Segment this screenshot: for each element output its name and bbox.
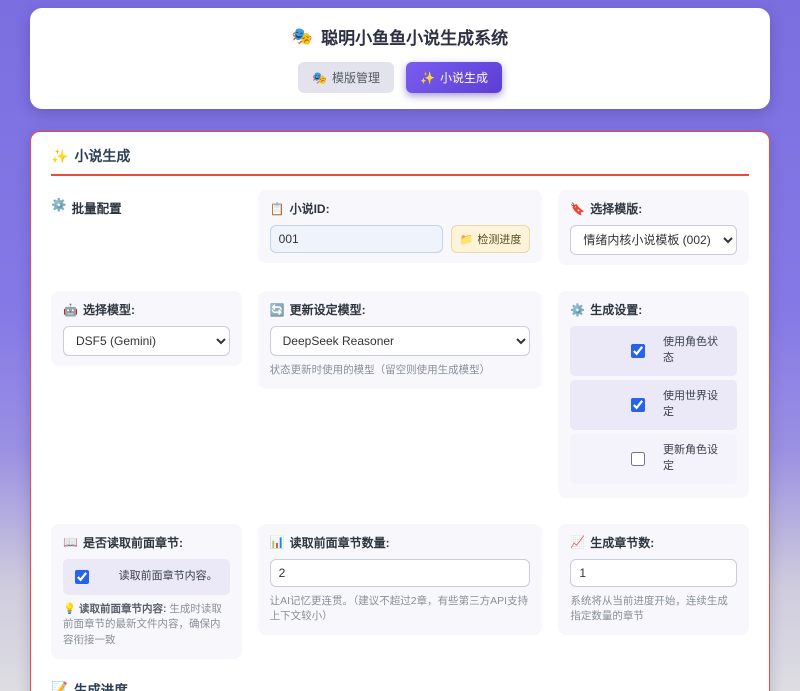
progress-section-title: 📝 生成进度 bbox=[51, 679, 749, 691]
novel-generate-panel: ✨ 小说生成 ⚙️ 批量配置 📋 小说ID: 📁 检测进度 🔖 bbox=[30, 131, 770, 691]
batch-config-label-text: 批量配置 bbox=[72, 198, 122, 217]
template-label-text: 选择模版: bbox=[590, 200, 642, 217]
chart-increasing-icon: 📈 bbox=[570, 535, 585, 549]
gen-settings-label: ⚙️ 生成设置: bbox=[570, 301, 737, 318]
tab-label: 小说生成 bbox=[440, 69, 488, 86]
use-world-setting-checkbox[interactable] bbox=[631, 398, 645, 412]
check-progress-button[interactable]: 📁 检测进度 bbox=[451, 225, 531, 253]
tab-label: 模版管理 bbox=[332, 69, 380, 86]
memo-icon: 📝 bbox=[51, 681, 68, 691]
update-model-hint: 状态更新时使用的模型（留空则使用生成模型） bbox=[270, 363, 531, 379]
gen-settings-label-text: 生成设置: bbox=[590, 301, 642, 318]
gen-settings-panel: ⚙️ 生成设置: 使用角色状态 使用世界设定 更新角色设定 bbox=[558, 291, 749, 498]
read-prev-hint: 💡 读取前面章节内容: 生成时读取前面章节的最新文件内容，确保内容衔接一致 bbox=[63, 602, 230, 649]
model-label: 🤖 选择模型: bbox=[63, 301, 230, 318]
folder-icon: 📁 bbox=[460, 233, 474, 246]
section-title-novel-generate: ✨ 小说生成 bbox=[51, 146, 749, 176]
theater-masks-icon: 🎭 bbox=[312, 71, 327, 85]
option-label: 使用角色状态 bbox=[663, 335, 727, 367]
page-title-text: 聪明小鱼鱼小说生成系统 bbox=[321, 24, 508, 49]
bulb-icon: 💡 bbox=[63, 603, 76, 615]
page-title: 🎭 聪明小鱼鱼小说生成系统 bbox=[292, 24, 508, 49]
tab-template-manage[interactable]: 🎭 模版管理 bbox=[298, 62, 394, 93]
use-character-state-checkbox[interactable] bbox=[631, 344, 645, 358]
app-header: 🎭 聪明小鱼鱼小说生成系统 🎭 模版管理 ✨ 小说生成 bbox=[30, 8, 770, 109]
novel-id-label: 📋 小说ID: bbox=[270, 200, 531, 217]
tab-bar: 🎭 模版管理 ✨ 小说生成 bbox=[30, 62, 770, 93]
gen-count-label-text: 生成章节数: bbox=[590, 534, 654, 551]
model-select[interactable]: DSF5 (Gemini) bbox=[63, 326, 230, 356]
sparkles-icon: ✨ bbox=[51, 148, 68, 165]
model-panel: 🤖 选择模型: DSF5 (Gemini) bbox=[51, 291, 242, 366]
option-label: 使用世界设定 bbox=[663, 389, 727, 421]
gen-count-input[interactable] bbox=[570, 559, 737, 587]
gear-icon: ⚙️ bbox=[51, 198, 67, 217]
novel-id-panel: 📋 小说ID: 📁 检测进度 bbox=[258, 190, 543, 263]
update-model-label-text: 更新设定模型: bbox=[290, 301, 366, 318]
update-character-setting-checkbox[interactable] bbox=[631, 452, 645, 466]
gear-icon: ⚙️ bbox=[570, 303, 585, 317]
template-select[interactable]: 情绪内核小说模板 (002) bbox=[570, 225, 737, 255]
read-count-input[interactable] bbox=[270, 559, 531, 587]
read-count-panel: 📊 读取前面章节数量: 让AI记忆更连贯。（建议不超过2章，有些第三方API支持… bbox=[258, 524, 543, 636]
check-progress-label: 检测进度 bbox=[477, 231, 521, 247]
novel-id-label-text: 小说ID: bbox=[290, 200, 330, 217]
bar-chart-icon: 📊 bbox=[270, 535, 285, 549]
refresh-icon: 🔄 bbox=[270, 303, 285, 317]
template-label: 🔖 选择模版: bbox=[570, 200, 737, 217]
batch-config-label: ⚙️ 批量配置 bbox=[51, 190, 242, 217]
template-panel: 🔖 选择模版: 情绪内核小说模板 (002) bbox=[558, 190, 749, 265]
clipboard-icon: 📋 bbox=[270, 202, 285, 216]
read-prev-label-text: 是否读取前面章节: bbox=[83, 534, 183, 551]
read-prev-option-row: 读取前面章节内容。 bbox=[63, 559, 230, 595]
read-count-label: 📊 读取前面章节数量: bbox=[270, 534, 531, 551]
open-book-icon: 📖 bbox=[63, 535, 78, 549]
section-title-text: 小说生成 bbox=[74, 146, 130, 166]
theater-masks-icon: 🎭 bbox=[292, 27, 313, 47]
update-model-select[interactable]: DeepSeek Reasoner bbox=[270, 326, 531, 356]
read-prev-option-label: 读取前面章节内容。 bbox=[113, 569, 218, 585]
gen-count-hint: 系统将从当前进度开始，连续生成指定数量的章节 bbox=[570, 594, 737, 626]
bookmark-icon: 🔖 bbox=[570, 202, 585, 216]
update-model-panel: 🔄 更新设定模型: DeepSeek Reasoner 状态更新时使用的模型（留… bbox=[258, 291, 543, 389]
sparkles-icon: ✨ bbox=[420, 71, 435, 85]
option-row-update-character-setting: 更新角色设定 bbox=[570, 434, 737, 484]
progress-section-title-text: 生成进度 bbox=[74, 679, 128, 691]
novel-id-input[interactable] bbox=[270, 225, 443, 253]
model-label-text: 选择模型: bbox=[83, 301, 135, 318]
read-prev-checkbox[interactable] bbox=[75, 570, 89, 584]
option-row-use-world-setting: 使用世界设定 bbox=[570, 380, 737, 430]
read-count-label-text: 读取前面章节数量: bbox=[290, 534, 390, 551]
read-count-hint: 让AI记忆更连贯。（建议不超过2章，有些第三方API支持上下文较小） bbox=[270, 594, 531, 626]
tab-novel-generate[interactable]: ✨ 小说生成 bbox=[406, 62, 502, 93]
gen-count-label: 📈 生成章节数: bbox=[570, 534, 737, 551]
read-prev-label: 📖 是否读取前面章节: bbox=[63, 534, 230, 551]
update-model-label: 🔄 更新设定模型: bbox=[270, 301, 531, 318]
config-grid: ⚙️ 批量配置 📋 小说ID: 📁 检测进度 🔖 选择模版: 情绪 bbox=[51, 190, 749, 659]
option-label: 更新角色设定 bbox=[663, 443, 727, 475]
option-row-use-character-state: 使用角色状态 bbox=[570, 326, 737, 376]
read-prev-hint-title: 读取前面章节内容: bbox=[79, 603, 167, 615]
robot-icon: 🤖 bbox=[63, 303, 78, 317]
read-prev-panel: 📖 是否读取前面章节: 读取前面章节内容。 💡 读取前面章节内容: 生成时读取前… bbox=[51, 524, 242, 659]
gen-count-panel: 📈 生成章节数: 系统将从当前进度开始，连续生成指定数量的章节 bbox=[558, 524, 749, 636]
